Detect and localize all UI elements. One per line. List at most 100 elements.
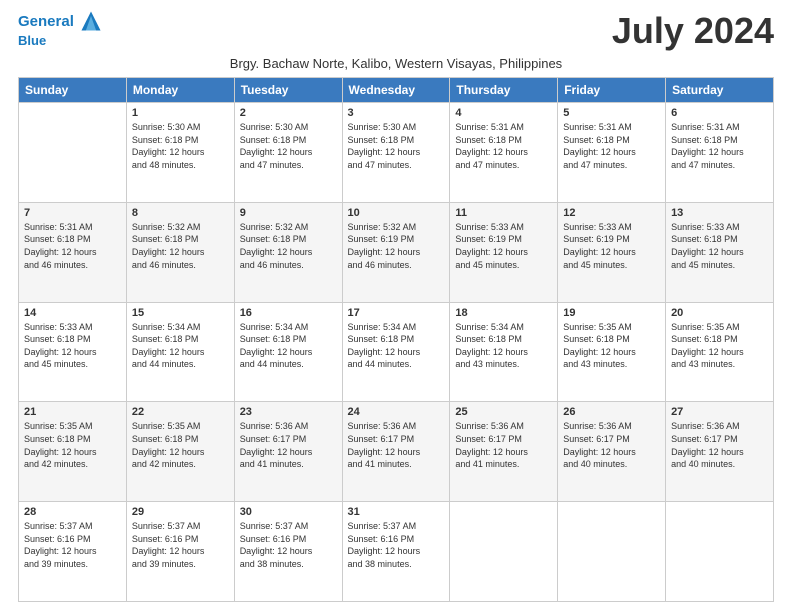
day-number: 28: [24, 506, 121, 518]
header: General Blue July 2024: [18, 10, 774, 52]
weekday-header-row: Sunday Monday Tuesday Wednesday Thursday…: [19, 78, 774, 103]
day-info: Sunrise: 5:33 AM Sunset: 6:18 PM Dayligh…: [24, 321, 121, 371]
table-row: 8 Sunrise: 5:32 AM Sunset: 6:18 PM Daylig…: [126, 202, 234, 302]
table-row: 1 Sunrise: 5:30 AM Sunset: 6:18 PM Daylig…: [126, 103, 234, 203]
table-row: 31Sunrise: 5:37 AM Sunset: 6:16 PM Dayli…: [342, 502, 450, 602]
table-row: 4 Sunrise: 5:31 AM Sunset: 6:18 PM Daylig…: [450, 103, 558, 203]
day-info: Sunrise: 5:34 AM Sunset: 6:18 PM Dayligh…: [348, 321, 445, 371]
table-row: 25 Sunrise: 5:36 AM Sunset: 6:17 PM Dayli…: [450, 402, 558, 502]
day-info: Sunrise: 5:31 AM Sunset: 6:18 PM Dayligh…: [563, 121, 660, 171]
day-info: Sunrise: 5:30 AM Sunset: 6:18 PM Dayligh…: [240, 121, 337, 171]
table-row: 26 Sunrise: 5:36 AM Sunset: 6:17 PM Dayli…: [558, 402, 666, 502]
table-row: 2 Sunrise: 5:30 AM Sunset: 6:18 PM Daylig…: [234, 103, 342, 203]
day-number: 1: [132, 107, 229, 119]
day-number: 4: [455, 107, 552, 119]
day-number: 15: [132, 307, 229, 319]
day-info: Sunrise: 5:37 AM Sunset: 6:16 PM Dayligh…: [24, 520, 121, 570]
day-info: Sunrise: 5:33 AM Sunset: 6:18 PM Dayligh…: [671, 221, 768, 271]
day-number: 16: [240, 307, 337, 319]
table-row: 11 Sunrise: 5:33 AM Sunset: 6:19 PM Dayli…: [450, 202, 558, 302]
day-number: 10: [348, 207, 445, 219]
day-info: Sunrise: 5:34 AM Sunset: 6:18 PM Dayligh…: [132, 321, 229, 371]
calendar-week-row: 28 Sunrise: 5:37 AM Sunset: 6:16 PM Dayli…: [19, 502, 774, 602]
day-info: Sunrise: 5:35 AM Sunset: 6:18 PM Dayligh…: [671, 321, 768, 371]
header-sunday: Sunday: [19, 78, 127, 103]
day-number: 23: [240, 406, 337, 418]
header-tuesday: Tuesday: [234, 78, 342, 103]
table-row: 14 Sunrise: 5:33 AM Sunset: 6:18 PM Dayli…: [19, 302, 127, 402]
day-info: Sunrise: 5:30 AM Sunset: 6:18 PM Dayligh…: [132, 121, 229, 171]
day-info: Sunrise: 5:35 AM Sunset: 6:18 PM Dayligh…: [132, 420, 229, 470]
day-info: Sunrise: 5:31 AM Sunset: 6:18 PM Dayligh…: [455, 121, 552, 171]
table-row: 15 Sunrise: 5:34 AM Sunset: 6:18 PM Dayli…: [126, 302, 234, 402]
day-info: Sunrise: 5:32 AM Sunset: 6:18 PM Dayligh…: [240, 221, 337, 271]
day-info: Sunrise: 5:36 AM Sunset: 6:17 PM Dayligh…: [671, 420, 768, 470]
day-number: 12: [563, 207, 660, 219]
calendar-week-row: 21Sunrise: 5:35 AM Sunset: 6:18 PM Dayli…: [19, 402, 774, 502]
day-number: 13: [671, 207, 768, 219]
subtitle: Brgy. Bachaw Norte, Kalibo, Western Visa…: [18, 56, 774, 71]
day-number: 6: [671, 107, 768, 119]
day-number: 31: [348, 506, 445, 518]
logo-icon: [80, 10, 102, 32]
day-info: Sunrise: 5:36 AM Sunset: 6:17 PM Dayligh…: [240, 420, 337, 470]
table-row: 29Sunrise: 5:37 AM Sunset: 6:16 PM Dayli…: [126, 502, 234, 602]
day-number: 14: [24, 307, 121, 319]
table-row: [19, 103, 127, 203]
logo-area: General Blue: [18, 10, 102, 48]
table-row: 17Sunrise: 5:34 AM Sunset: 6:18 PM Dayli…: [342, 302, 450, 402]
day-info: Sunrise: 5:35 AM Sunset: 6:18 PM Dayligh…: [563, 321, 660, 371]
day-number: 18: [455, 307, 552, 319]
table-row: 12 Sunrise: 5:33 AM Sunset: 6:19 PM Dayli…: [558, 202, 666, 302]
day-number: 9: [240, 207, 337, 219]
day-number: 5: [563, 107, 660, 119]
table-row: 13 Sunrise: 5:33 AM Sunset: 6:18 PM Dayli…: [666, 202, 774, 302]
table-row: [558, 502, 666, 602]
day-info: Sunrise: 5:37 AM Sunset: 6:16 PM Dayligh…: [240, 520, 337, 570]
calendar-week-row: 14 Sunrise: 5:33 AM Sunset: 6:18 PM Dayli…: [19, 302, 774, 402]
logo-general: General: [18, 13, 74, 30]
day-number: 7: [24, 207, 121, 219]
table-row: 9 Sunrise: 5:32 AM Sunset: 6:18 PM Daylig…: [234, 202, 342, 302]
table-row: 22Sunrise: 5:35 AM Sunset: 6:18 PM Dayli…: [126, 402, 234, 502]
day-info: Sunrise: 5:37 AM Sunset: 6:16 PM Dayligh…: [132, 520, 229, 570]
header-thursday: Thursday: [450, 78, 558, 103]
day-number: 19: [563, 307, 660, 319]
day-number: 2: [240, 107, 337, 119]
day-info: Sunrise: 5:36 AM Sunset: 6:17 PM Dayligh…: [455, 420, 552, 470]
table-row: 3Sunrise: 5:30 AM Sunset: 6:18 PM Daylig…: [342, 103, 450, 203]
day-number: 25: [455, 406, 552, 418]
table-row: 6 Sunrise: 5:31 AM Sunset: 6:18 PM Daylig…: [666, 103, 774, 203]
table-row: 5 Sunrise: 5:31 AM Sunset: 6:18 PM Daylig…: [558, 103, 666, 203]
logo-blue: Blue: [18, 34, 102, 48]
day-info: Sunrise: 5:32 AM Sunset: 6:19 PM Dayligh…: [348, 221, 445, 271]
day-info: Sunrise: 5:33 AM Sunset: 6:19 PM Dayligh…: [455, 221, 552, 271]
day-info: Sunrise: 5:30 AM Sunset: 6:18 PM Dayligh…: [348, 121, 445, 171]
day-number: 24: [348, 406, 445, 418]
day-number: 20: [671, 307, 768, 319]
day-info: Sunrise: 5:31 AM Sunset: 6:18 PM Dayligh…: [671, 121, 768, 171]
table-row: [450, 502, 558, 602]
day-number: 8: [132, 207, 229, 219]
table-row: 16Sunrise: 5:34 AM Sunset: 6:18 PM Dayli…: [234, 302, 342, 402]
day-info: Sunrise: 5:31 AM Sunset: 6:18 PM Dayligh…: [24, 221, 121, 271]
header-monday: Monday: [126, 78, 234, 103]
table-row: 18 Sunrise: 5:34 AM Sunset: 6:18 PM Dayli…: [450, 302, 558, 402]
day-info: Sunrise: 5:34 AM Sunset: 6:18 PM Dayligh…: [455, 321, 552, 371]
table-row: 10 Sunrise: 5:32 AM Sunset: 6:19 PM Dayli…: [342, 202, 450, 302]
day-info: Sunrise: 5:35 AM Sunset: 6:18 PM Dayligh…: [24, 420, 121, 470]
day-number: 26: [563, 406, 660, 418]
header-friday: Friday: [558, 78, 666, 103]
table-row: 24Sunrise: 5:36 AM Sunset: 6:17 PM Dayli…: [342, 402, 450, 502]
logo-text: General: [18, 10, 102, 34]
day-number: 11: [455, 207, 552, 219]
page: General Blue July 2024 Brgy. Bachaw Nort…: [0, 0, 792, 612]
calendar-week-row: 7 Sunrise: 5:31 AM Sunset: 6:18 PM Daylig…: [19, 202, 774, 302]
day-info: Sunrise: 5:36 AM Sunset: 6:17 PM Dayligh…: [563, 420, 660, 470]
header-wednesday: Wednesday: [342, 78, 450, 103]
calendar-week-row: 1 Sunrise: 5:30 AM Sunset: 6:18 PM Daylig…: [19, 103, 774, 203]
calendar-table: Sunday Monday Tuesday Wednesday Thursday…: [18, 77, 774, 602]
day-info: Sunrise: 5:33 AM Sunset: 6:19 PM Dayligh…: [563, 221, 660, 271]
day-info: Sunrise: 5:32 AM Sunset: 6:18 PM Dayligh…: [132, 221, 229, 271]
table-row: 23 Sunrise: 5:36 AM Sunset: 6:17 PM Dayli…: [234, 402, 342, 502]
